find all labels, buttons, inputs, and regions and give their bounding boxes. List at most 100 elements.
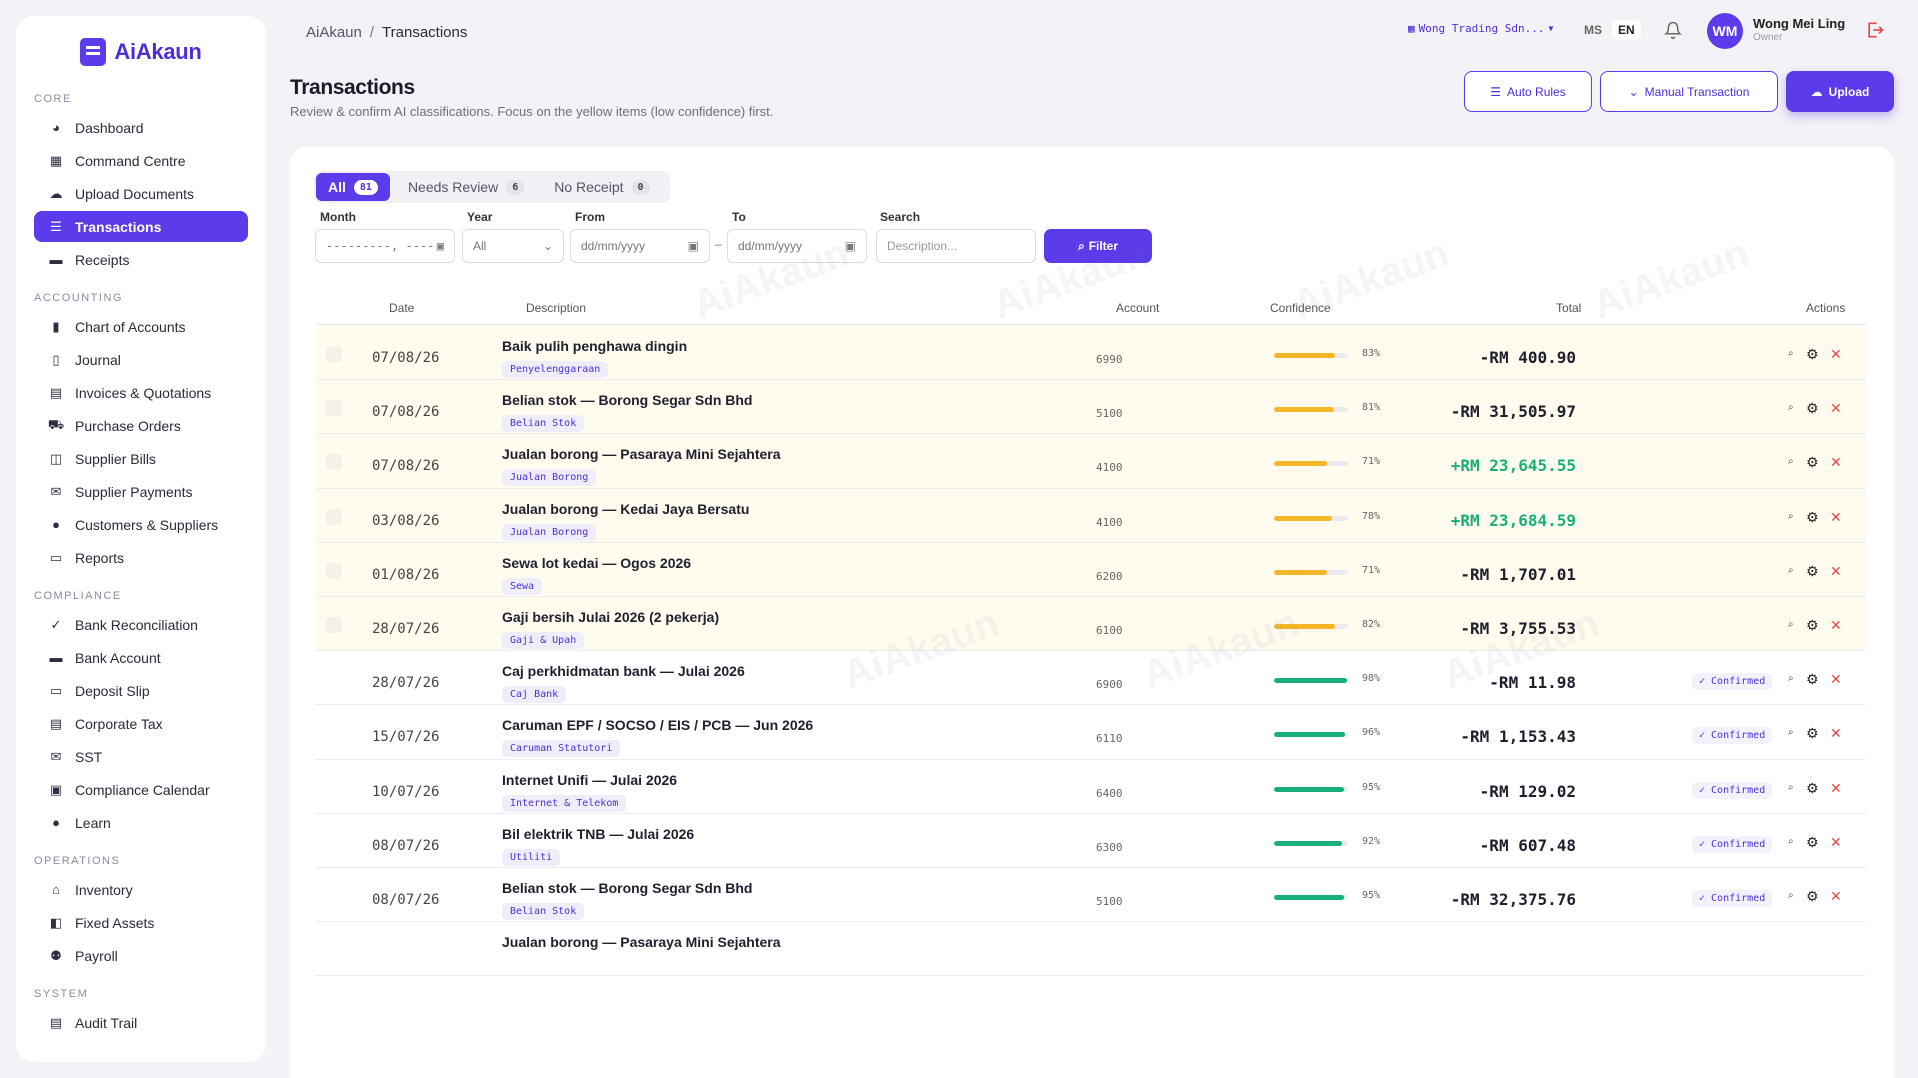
close-icon[interactable]: ✕ bbox=[1830, 725, 1842, 742]
close-icon[interactable]: ✕ bbox=[1830, 834, 1842, 851]
table-row[interactable]: 01/08/26 Sewa lot kedai — Ogos 2026 Sewa 62… bbox=[316, 542, 1866, 597]
row-checkbox[interactable] bbox=[326, 508, 342, 525]
sidebar-item-compliance-calendar[interactable]: ▣ Compliance Calendar bbox=[34, 774, 248, 805]
table-row[interactable]: 07/08/26 Jualan borong — Pasaraya Mini Se… bbox=[316, 434, 1866, 489]
category-tag[interactable]: Internet & Telekom bbox=[502, 794, 627, 812]
sidebar-item-command-centre[interactable]: ▦ Command Centre bbox=[34, 145, 248, 176]
breadcrumb-root[interactable]: AiAkaun bbox=[306, 24, 362, 41]
view-receipt-icon[interactable]: ⌕ bbox=[1788, 348, 1794, 359]
logout-icon[interactable] bbox=[1865, 20, 1885, 45]
row-description[interactable]: Caj perkhidmatan bank — Julai 2026 bbox=[502, 663, 745, 679]
view-receipt-icon[interactable]: ⌕ bbox=[1788, 456, 1794, 467]
sidebar-item-invoices-quotations[interactable]: ▤ Invoices & Quotations bbox=[34, 377, 248, 408]
close-icon[interactable]: ✕ bbox=[1830, 400, 1842, 417]
category-tag[interactable]: Belian Stok bbox=[502, 903, 585, 920]
view-receipt-icon[interactable]: ⌕ bbox=[1788, 836, 1794, 847]
gear-icon[interactable]: ⚙ bbox=[1806, 563, 1819, 580]
table-row[interactable]: 07/08/26 Belian stok — Borong Segar Sdn B… bbox=[316, 380, 1866, 435]
manual-transaction-button[interactable]: ⌄ Manual Transaction bbox=[1600, 71, 1778, 112]
row-description[interactable]: Jualan borong — Pasaraya Mini Sejahtera bbox=[502, 446, 781, 462]
gear-icon[interactable]: ⚙ bbox=[1806, 509, 1819, 526]
row-description[interactable]: Belian stok — Borong Segar Sdn Bhd bbox=[502, 880, 752, 896]
sidebar-item-supplier-bills[interactable]: ◫ Supplier Bills bbox=[34, 443, 248, 474]
from-date-input[interactable]: dd/mm/yyyy ▣ bbox=[570, 229, 710, 263]
gear-icon[interactable]: ⚙ bbox=[1806, 617, 1819, 634]
row-description[interactable]: Internet Unifi — Julai 2026 bbox=[502, 772, 677, 788]
close-icon[interactable]: ✕ bbox=[1830, 888, 1842, 905]
row-description[interactable]: Belian stok — Borong Segar Sdn Bhd bbox=[502, 392, 752, 408]
gear-icon[interactable]: ⚙ bbox=[1806, 725, 1819, 742]
sidebar-item-receipts[interactable]: ▬ Receipts bbox=[34, 244, 248, 275]
category-tag[interactable]: Gaji & Upah bbox=[502, 632, 585, 649]
view-receipt-icon[interactable]: ⌕ bbox=[1788, 565, 1794, 576]
bell-icon[interactable] bbox=[1663, 21, 1683, 39]
sidebar-item-journal[interactable]: ▯ Journal bbox=[34, 344, 248, 375]
category-tag[interactable]: Jualan Borong bbox=[502, 523, 597, 541]
gear-icon[interactable]: ⚙ bbox=[1806, 780, 1819, 797]
gear-icon[interactable]: ⚙ bbox=[1806, 888, 1819, 905]
month-input[interactable]: ---------, ---- ▣ bbox=[315, 229, 455, 263]
view-receipt-icon[interactable]: ⌕ bbox=[1788, 890, 1794, 901]
category-tag[interactable]: Sewa bbox=[502, 577, 543, 595]
company-switcher[interactable]: ▦ Wong Trading Sdn... ▼ bbox=[1408, 22, 1553, 35]
tab-needs-review[interactable]: Needs Review 6 bbox=[396, 173, 536, 201]
category-tag[interactable]: Jualan Borong bbox=[502, 469, 597, 487]
sidebar-item-supplier-payments[interactable]: ✉ Supplier Payments bbox=[34, 476, 248, 507]
view-receipt-icon[interactable]: ⌕ bbox=[1788, 673, 1794, 684]
table-row[interactable]: 10/07/26 Internet Unifi — Julai 2026 Inter… bbox=[316, 760, 1866, 814]
filter-button[interactable]: ⌕ Filter bbox=[1044, 229, 1152, 263]
row-checkbox[interactable] bbox=[326, 454, 342, 471]
row-description[interactable]: Sewa lot kedai — Ogos 2026 bbox=[502, 555, 691, 571]
col-confidence[interactable]: Confidence bbox=[1270, 301, 1331, 315]
gear-icon[interactable]: ⚙ bbox=[1806, 346, 1819, 363]
sidebar-item-upload-documents[interactable]: ☁ Upload Documents bbox=[34, 178, 248, 209]
view-receipt-icon[interactable]: ⌕ bbox=[1788, 511, 1794, 522]
lang-en-button[interactable]: EN bbox=[1612, 20, 1641, 40]
year-select[interactable]: All ⌄ bbox=[462, 229, 564, 263]
row-checkbox[interactable] bbox=[326, 400, 342, 417]
table-row[interactable]: Jualan borong — Pasaraya Mini Sejahtera bbox=[316, 922, 1866, 977]
row-description[interactable]: Baik pulih penghawa dingin bbox=[502, 338, 687, 354]
table-row[interactable]: 07/08/26 Baik pulih penghawa dingin Penyel… bbox=[316, 326, 1866, 381]
sidebar-item-transactions[interactable]: ☰ Transactions bbox=[34, 211, 248, 242]
view-receipt-icon[interactable]: ⌕ bbox=[1788, 402, 1794, 413]
table-row[interactable]: 03/08/26 Jualan borong — Kedai Jaya Bersa… bbox=[316, 488, 1866, 543]
sidebar-item-audit-trail[interactable]: ▤ Audit Trail bbox=[34, 1007, 248, 1038]
col-description[interactable]: Description bbox=[526, 301, 586, 315]
gear-icon[interactable]: ⚙ bbox=[1806, 454, 1819, 471]
sidebar-item-sst[interactable]: ✉ SST bbox=[34, 741, 248, 772]
sidebar-item-chart-of-accounts[interactable]: ▮ Chart of Accounts bbox=[34, 311, 248, 342]
sidebar-item-fixed-assets[interactable]: ◧ Fixed Assets bbox=[34, 907, 248, 938]
sidebar-item-deposit-slip[interactable]: ▭ Deposit Slip bbox=[34, 675, 248, 706]
category-tag[interactable]: Utiliti bbox=[502, 848, 561, 866]
row-checkbox[interactable] bbox=[326, 617, 342, 633]
sidebar-item-inventory[interactable]: ⌂ Inventory bbox=[34, 874, 248, 905]
category-tag[interactable]: Caruman Statutori bbox=[502, 740, 621, 758]
view-receipt-icon[interactable]: ⌕ bbox=[1788, 782, 1794, 793]
auto-rules-button[interactable]: ☰ Auto Rules bbox=[1464, 71, 1592, 112]
sidebar-item-payroll[interactable]: ⚉ Payroll bbox=[34, 940, 248, 971]
row-description[interactable]: Jualan borong — Kedai Jaya Bersatu bbox=[502, 501, 749, 517]
table-row[interactable]: 28/07/26 Gaji bersih Julai 2026 (2 pekerj… bbox=[316, 597, 1866, 652]
avatar[interactable]: WM bbox=[1707, 13, 1743, 49]
sidebar-item-corporate-tax[interactable]: ▤ Corporate Tax bbox=[34, 708, 248, 739]
table-row[interactable]: 28/07/26 Caj perkhidmatan bank — Julai 20… bbox=[316, 651, 1866, 706]
lang-ms-button[interactable]: MS bbox=[1578, 20, 1608, 40]
sidebar-item-learn[interactable]: ● Learn bbox=[34, 807, 248, 838]
sidebar-item-bank-account[interactable]: ▬ Bank Account bbox=[34, 642, 248, 673]
sidebar-item-bank-reconciliation[interactable]: ✓ Bank Reconciliation bbox=[34, 609, 248, 640]
col-account[interactable]: Account bbox=[1116, 301, 1159, 315]
close-icon[interactable]: ✕ bbox=[1830, 346, 1842, 363]
search-input[interactable]: Description... bbox=[876, 229, 1036, 263]
to-date-input[interactable]: dd/mm/yyyy ▣ bbox=[727, 229, 867, 263]
sidebar-item-customers-suppliers[interactable]: ● Customers & Suppliers bbox=[34, 509, 248, 540]
table-row[interactable]: 15/07/26 Caruman EPF / SOCSO / EIS / PCB … bbox=[316, 705, 1866, 760]
sidebar-item-reports[interactable]: ▭ Reports bbox=[34, 542, 248, 573]
category-tag[interactable]: Belian Stok bbox=[502, 415, 585, 433]
gear-icon[interactable]: ⚙ bbox=[1806, 671, 1819, 688]
sidebar-item-dashboard[interactable]: ◕ Dashboard bbox=[34, 112, 248, 143]
view-receipt-icon[interactable]: ⌕ bbox=[1788, 619, 1794, 630]
row-description[interactable]: Jualan borong — Pasaraya Mini Sejahtera bbox=[502, 934, 781, 950]
col-total[interactable]: Total bbox=[1556, 301, 1581, 315]
close-icon[interactable]: ✕ bbox=[1830, 780, 1842, 797]
